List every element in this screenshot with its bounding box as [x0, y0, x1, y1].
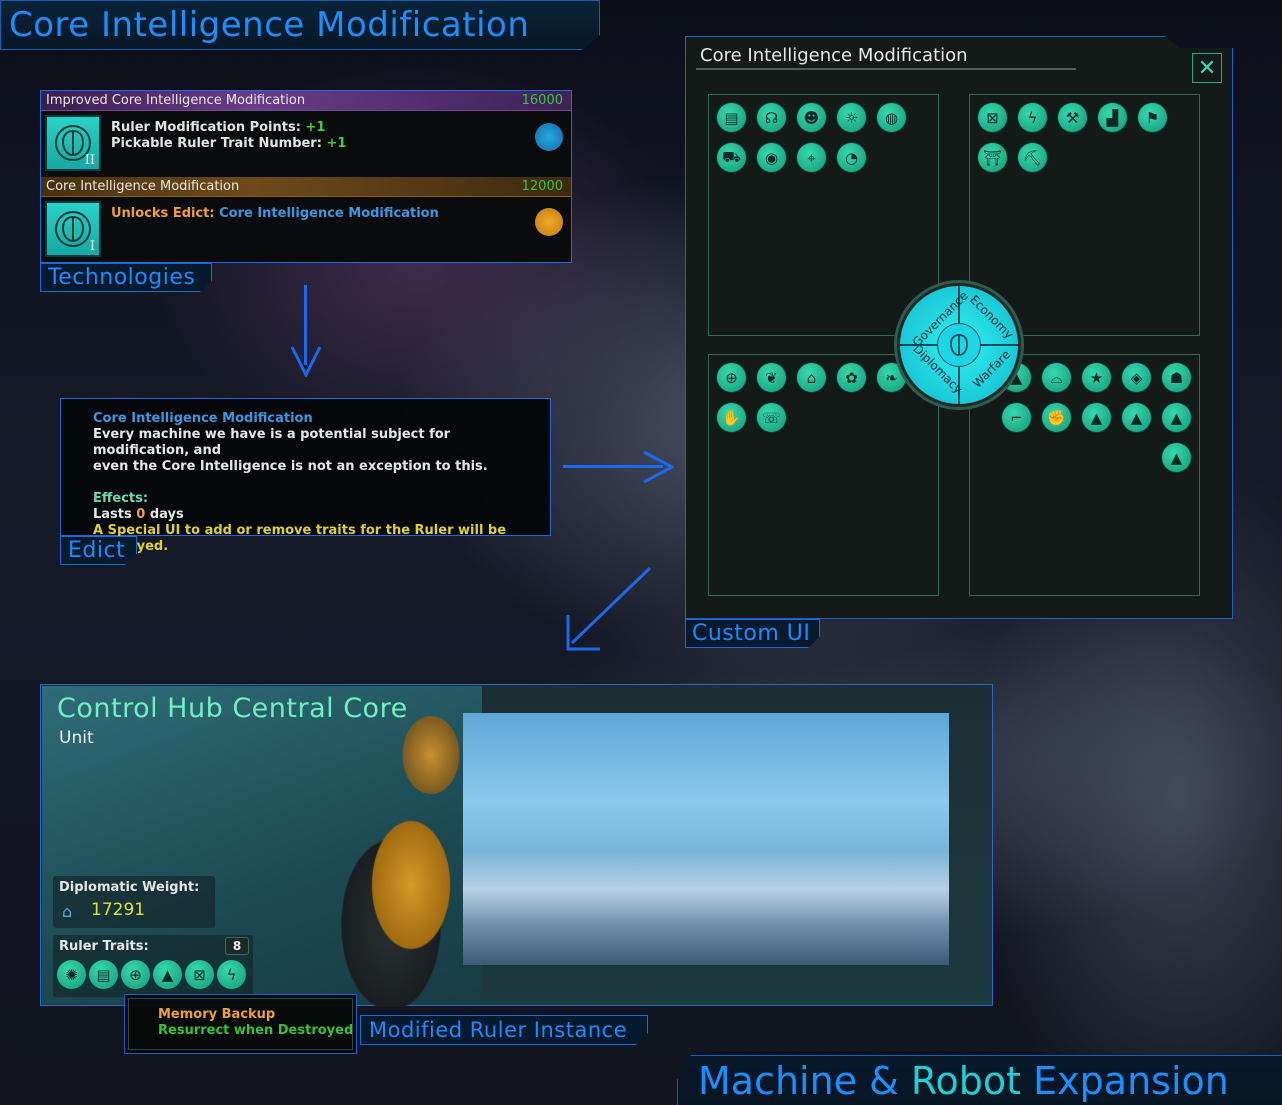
bunker-icon[interactable]: ⌓ — [1042, 363, 1071, 392]
laurel-bank-icon[interactable]: ⌂ — [797, 363, 826, 392]
arrow-diagonal — [566, 566, 652, 651]
ruler-traits-box: Ruler Traits: 8 ✺ ▤ ⊕ ▲ ⊠ ϟ — [53, 935, 253, 997]
computer-icon[interactable] — [535, 123, 563, 151]
trait-effect: Resurrect when Destroyed — [158, 1023, 354, 1038]
edict-desc-1: Every machine we have is a potential sub… — [93, 427, 451, 458]
construction-icon[interactable]: ⊠ — [185, 960, 214, 989]
effect-row: Ruler Modification Points: +1 — [111, 120, 326, 135]
factory-icon[interactable]: ▟ — [1098, 103, 1127, 132]
factory-icon[interactable] — [535, 208, 563, 236]
diplomacy-quadrant: ⊕ ❦ ⌂ ✿ ❧ ✋ ☏ — [708, 354, 939, 596]
telescope-icon[interactable]: ⌖ — [797, 143, 826, 172]
planet-scene — [463, 713, 949, 965]
arrow-head-icon — [290, 346, 322, 377]
custom-ui-label: Custom UI — [685, 619, 820, 648]
flag-planet-icon[interactable]: ⚑ — [1138, 103, 1167, 132]
edict-tooltip: Core Intelligence Modification Every mac… — [60, 398, 551, 554]
tower-icon[interactable]: ⛩ — [978, 143, 1007, 172]
close-icon: ✕ — [1197, 55, 1217, 81]
brain-icon[interactable]: II — [45, 115, 101, 171]
trait-name: Memory Backup — [158, 1007, 276, 1022]
close-button[interactable]: ✕ — [1192, 53, 1222, 83]
diplomatic-weight-value: 17291 — [91, 900, 146, 920]
window-title: Core Intelligence Modification — [700, 45, 968, 66]
gauge-icon[interactable]: ◔ — [837, 143, 866, 172]
handshake-icon[interactable]: ✋ — [717, 403, 746, 432]
effects-label: Effects: — [93, 491, 149, 506]
ruler-name: Control Hub Central Core — [57, 693, 408, 724]
construction-icon[interactable]: ⊠ — [978, 103, 1007, 132]
diplomatic-weight-box: Diplomatic Weight: ⌂ 17291 — [53, 876, 215, 928]
ruler-type: Unit — [59, 728, 94, 748]
medal-icon[interactable]: ★ — [1082, 363, 1111, 392]
ship-1-icon[interactable]: ▲ — [1082, 403, 1111, 432]
technologies-label: Technologies — [40, 263, 212, 292]
edict-desc-2: even the Core Intelligence is not an exc… — [93, 459, 488, 474]
shield-cube-icon[interactable]: ◈ — [1122, 363, 1151, 392]
pickaxe-icon[interactable]: ⚒ — [1058, 103, 1087, 132]
brain-icon[interactable]: I — [45, 201, 101, 257]
brain-icon — [937, 323, 981, 367]
tier-label: I — [89, 239, 95, 254]
modified-ruler-label: Modified Ruler Instance — [360, 1015, 648, 1045]
eye-icon[interactable]: ◉ — [757, 143, 786, 172]
idea-icon[interactable]: ☼ — [837, 103, 866, 132]
laurel-planet-icon[interactable]: ❦ — [757, 363, 786, 392]
crowd-icon[interactable]: ☻ — [797, 103, 826, 132]
memory-card-icon[interactable]: ▤ — [717, 103, 746, 132]
edict-title: Core Intelligence Modification — [93, 411, 313, 426]
title-divider — [696, 68, 1076, 70]
admiral-icon[interactable]: ☗ — [1162, 363, 1191, 392]
technologies-panel: Improved Core Intelligence Modification … — [40, 90, 572, 263]
memory-card-icon[interactable]: ▤ — [89, 960, 118, 989]
broadcaster-icon[interactable]: ☊ — [757, 103, 786, 132]
governance-quadrant: ▤ ☊ ☻ ☼ ◍ ⛟ ◉ ⌖ ◔ — [708, 94, 939, 336]
globe-icon[interactable]: ◍ — [877, 103, 906, 132]
ship-4-icon[interactable]: ▲ — [1162, 443, 1191, 472]
energy-icon[interactable]: ϟ — [217, 960, 246, 989]
tech-header-base: Core Intelligence Modification 12000 — [41, 177, 571, 197]
world-icon[interactable]: ⊕ — [717, 363, 746, 392]
fist-icon[interactable]: ✊ — [1042, 403, 1071, 432]
tech-effects: Unlocks Edict: Core Intelligence Modific… — [101, 198, 571, 262]
special-note: A Special UI to add or remove traits for… — [93, 523, 507, 554]
tech-header-improved: Improved Core Intelligence Modification … — [41, 91, 571, 111]
trait-count-badge: 8 — [225, 937, 249, 955]
brain-icon[interactable]: ✺ — [57, 960, 86, 989]
fleet-repair-icon[interactable]: ▲ — [153, 960, 182, 989]
ruler-card: Control Hub Central Core Unit Diplomatic… — [40, 684, 993, 1007]
footer-title: Machine & Robot Expansion — [677, 1055, 1282, 1105]
main-title: Core Intelligence Modification — [0, 0, 600, 50]
custom-ui-window: Core Intelligence Modification ✕ ▤ ☊ ☻ ☼ ◍ ⛟ ◉… — [685, 36, 1233, 619]
effect-row: Pickable Ruler Trait Number: +1 — [111, 136, 347, 151]
world-icon[interactable]: ⊕ — [121, 960, 150, 989]
tech-cost: 12000 — [521, 179, 563, 194]
tech-cost: 16000 — [521, 93, 563, 108]
tier-label: II — [84, 153, 95, 168]
envoy-icon[interactable]: ☏ — [757, 403, 786, 432]
tech-effects: Ruler Modification Points: +1 Pickable R… — [101, 112, 571, 177]
boot-icon[interactable]: ⌐ — [1002, 403, 1031, 432]
edict-link[interactable]: Core Intelligence Modification — [219, 206, 439, 221]
diplomatic-weight-label: Diplomatic Weight: — [59, 880, 200, 895]
arrow-head-icon — [643, 450, 674, 484]
ship-2-icon[interactable]: ▲ — [1122, 403, 1151, 432]
category-wheel: Governance Economy Diplomacy Warfare — [894, 280, 1024, 410]
ruler-portrait — [291, 695, 501, 1007]
lasts-row: Lasts 0 days — [93, 507, 184, 522]
laurel-alliance-icon[interactable]: ✿ — [837, 363, 866, 392]
edict-label: Edict — [60, 536, 137, 565]
laurel-bank-icon: ⌂ — [62, 902, 73, 921]
energy-icon[interactable]: ϟ — [1018, 103, 1047, 132]
tech-name: Improved Core Intelligence Modification — [46, 93, 306, 108]
ore-cart-icon[interactable]: ⛟ — [717, 143, 746, 172]
ship-3-icon[interactable]: ▲ — [1162, 403, 1191, 432]
mine-cart-icon[interactable]: ⛏ — [1018, 143, 1047, 172]
tech-name: Core Intelligence Modification — [46, 179, 240, 194]
ruler-traits-label: Ruler Traits: — [59, 939, 149, 954]
